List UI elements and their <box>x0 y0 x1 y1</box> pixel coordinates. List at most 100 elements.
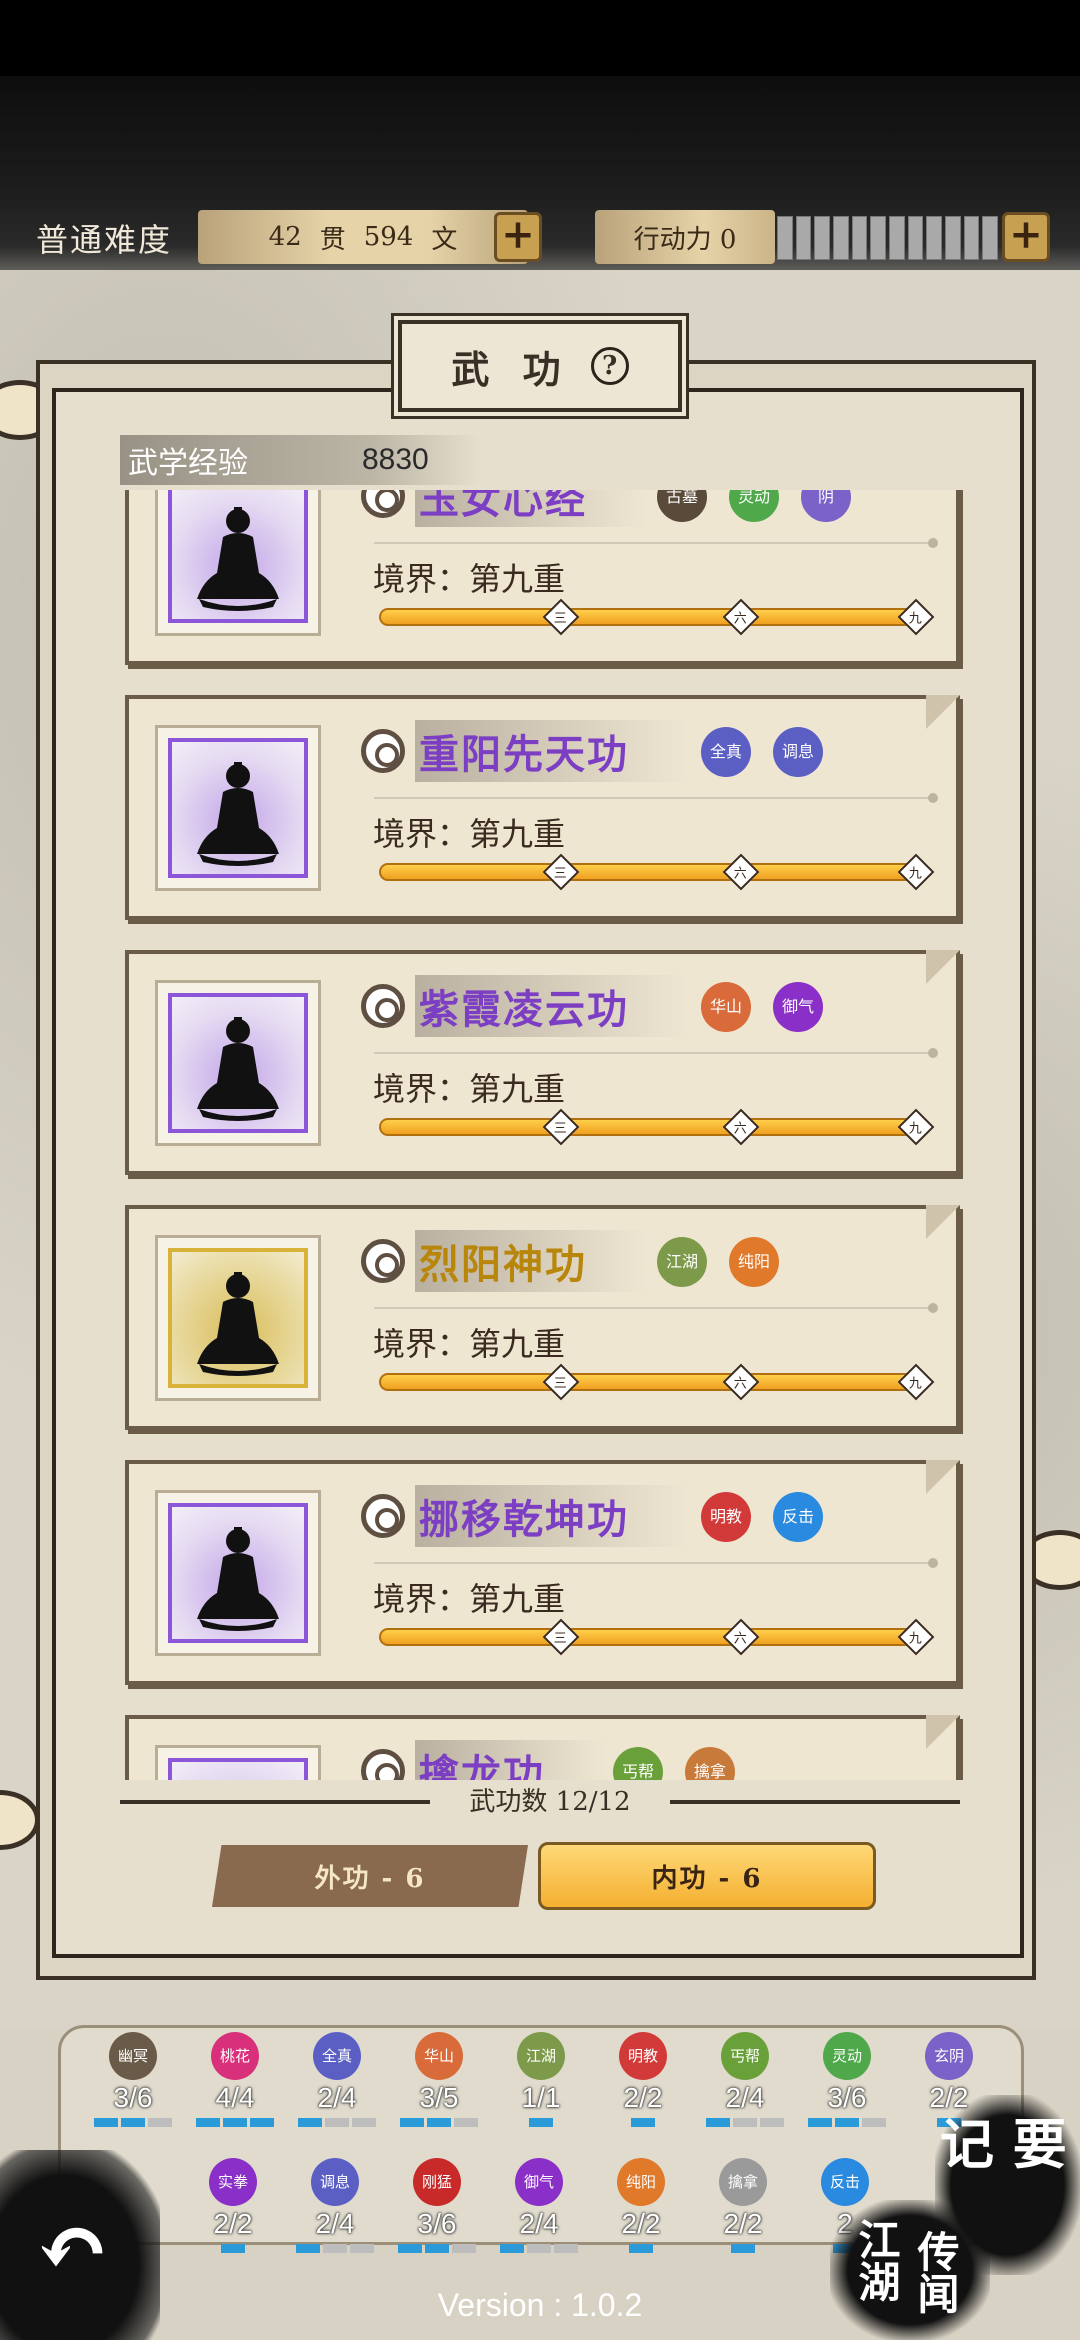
skill-tag-badge: 丐帮 <box>613 1747 663 1780</box>
skill-tag-text: 灵动 <box>737 490 770 506</box>
sect-counter: 幽冥 3/6 <box>82 2032 184 2127</box>
sect-counter: 华山 3/5 <box>388 2032 490 2127</box>
sect-pip <box>500 2244 524 2253</box>
skill-tag-text: 御气 <box>781 997 814 1016</box>
divider-line <box>374 1048 938 1058</box>
skill-tags: 丐帮 擒拿 <box>613 1747 735 1780</box>
skill-tag-badge: 灵动 <box>729 490 779 522</box>
realm-marker: 六 <box>722 598 760 636</box>
sect-counter: 擒拿 2/2 <box>692 2158 794 2253</box>
back-arrow-icon[interactable]: ↶ <box>35 2195 110 2301</box>
skill-card[interactable]: 紫霞凌云功 华山 御气 境界：第九重三 六 九 <box>125 950 960 1175</box>
skill-tag-badge: 全真 <box>701 727 751 777</box>
skill-portrait <box>155 1490 321 1656</box>
help-icon[interactable]: ? <box>590 347 629 385</box>
sect-pip <box>94 2118 118 2127</box>
sect-count: 2/4 <box>519 2208 559 2239</box>
skill-tag-badge: 调息 <box>773 727 823 777</box>
action-segment <box>889 216 905 260</box>
realm-marker: 三 <box>542 598 580 636</box>
skill-name: 重阳先天功 <box>415 720 689 782</box>
sect-name: 刚猛 <box>421 2173 452 2191</box>
tab-inner-skills[interactable]: 内功 - 6 <box>538 1842 876 1910</box>
experience-value: 8830 <box>362 443 429 476</box>
sect-count: 2/2 <box>723 2208 763 2239</box>
meditating-figure-icon <box>193 503 283 617</box>
skill-tags: 全真 调息 <box>701 727 823 777</box>
add-money-button[interactable]: + <box>494 212 542 262</box>
sect-count: 2/2 <box>213 2208 253 2239</box>
realm-marker: 三 <box>542 853 580 891</box>
sect-badge: 擒拿 <box>719 2158 767 2206</box>
skill-card[interactable]: 挪移乾坤功 明教 反击 境界：第九重三 六 九 <box>125 1460 960 1685</box>
skill-tag-text: 全真 <box>709 742 742 761</box>
skill-name-row: 紫霞凌云功 <box>361 975 689 1037</box>
sect-pip <box>398 2244 422 2253</box>
skill-tags: 江湖 纯阳 <box>657 1237 779 1287</box>
skill-list[interactable]: 玉女心经 古墓 灵动阴境界：第九重三六九重阳先天功 全真 调息 境界：第九重三六九紫霞凌云… <box>120 490 970 1780</box>
skill-card[interactable]: 玉女心经 古墓 灵动 阴境界：第九重三 六 九 <box>125 490 960 665</box>
sect-pip <box>529 2118 553 2127</box>
sect-pip <box>454 2118 478 2127</box>
skill-count: 武功数 12/12 <box>430 1782 670 1822</box>
sect-pip <box>121 2118 145 2127</box>
realm-progress-bar: 三六九 <box>379 1108 935 1146</box>
sect-pip <box>706 2118 730 2127</box>
realm-progress-bar: 三六九 <box>379 1618 935 1656</box>
sect-pip <box>554 2244 578 2253</box>
skill-name-row: 玉女心经 <box>361 490 647 527</box>
sect-pip <box>760 2118 784 2127</box>
skill-card[interactable]: 擒龙功丐帮擒拿三六九 <box>125 1715 960 1780</box>
sect-counter: 明教 2/2 <box>592 2032 694 2127</box>
tab-outer-skills[interactable]: 外功 - 6 <box>212 1845 528 1907</box>
realm-marker: 六 <box>722 1108 760 1146</box>
sect-name: 反击 <box>829 2173 860 2191</box>
guan-unit: 贯 <box>319 224 346 255</box>
meditating-figure-icon <box>193 1523 283 1637</box>
sect-pip <box>731 2244 755 2253</box>
sect-badge: 纯阳 <box>617 2158 665 2206</box>
sect-pip <box>733 2118 757 2127</box>
sect-pip <box>629 2244 653 2253</box>
action-segment <box>851 216 868 260</box>
page-fold <box>926 695 960 729</box>
add-action-button[interactable]: + <box>1002 212 1050 262</box>
action-segment <box>926 216 943 260</box>
skill-card[interactable]: 重阳先天功 全真 调息 境界：第九重三 六 九 <box>125 695 960 920</box>
sect-pip <box>835 2118 859 2127</box>
sect-counter: 丐帮 2/4 <box>694 2032 796 2127</box>
skill-tag-text: 丐帮 <box>621 1762 654 1781</box>
skill-tag-badge: 御气 <box>773 982 823 1032</box>
realm-marker: 九 <box>897 1618 935 1656</box>
sect-pips <box>488 2244 590 2253</box>
skill-tag-badge: 纯阳 <box>729 1237 779 1287</box>
meditating-figure-icon <box>193 1778 283 1780</box>
skill-name: 烈阳神功 <box>415 1230 647 1292</box>
skill-card[interactable]: 烈阳神功 江湖 纯阳 境界：第九重三 六 九 <box>125 1205 960 1430</box>
action-segment <box>963 216 980 260</box>
sect-pip <box>298 2118 322 2127</box>
skill-tag-badge: 阴 <box>801 490 851 522</box>
sect-badge: 华山 <box>415 2032 463 2080</box>
skill-name: 紫霞凌云功 <box>415 975 689 1037</box>
sect-pips <box>284 2244 386 2253</box>
action-points-label: 行动力 0 <box>595 210 775 264</box>
sect-count: 2/4 <box>317 2082 357 2113</box>
realm-marker: 九 <box>897 1108 935 1146</box>
action-segment <box>777 216 793 260</box>
sect-badge: 刚猛 <box>413 2158 461 2206</box>
sect-badge: 明教 <box>619 2032 667 2080</box>
sect-row-2: 实拳2/2调息2/4刚猛3/6御气2/4纯阳2/2擒拿2/2反击2 <box>182 2158 896 2253</box>
sect-name: 灵动 <box>831 2047 862 2065</box>
realm-marker: 六 <box>722 853 760 891</box>
sect-name: 纯阳 <box>625 2173 656 2191</box>
skill-tag-text: 纯阳 <box>737 1252 770 1271</box>
skill-name-row: 挪移乾坤功 <box>361 1485 689 1547</box>
skill-name-row: 擒龙功 <box>361 1740 605 1780</box>
sect-pips <box>590 2244 692 2253</box>
realm-marker: 六 <box>722 1618 760 1656</box>
realm-marker: 九 <box>897 598 935 636</box>
skill-name: 擒龙功 <box>415 1740 605 1780</box>
action-segment <box>945 216 961 260</box>
sect-badge: 桃花 <box>211 2032 259 2080</box>
